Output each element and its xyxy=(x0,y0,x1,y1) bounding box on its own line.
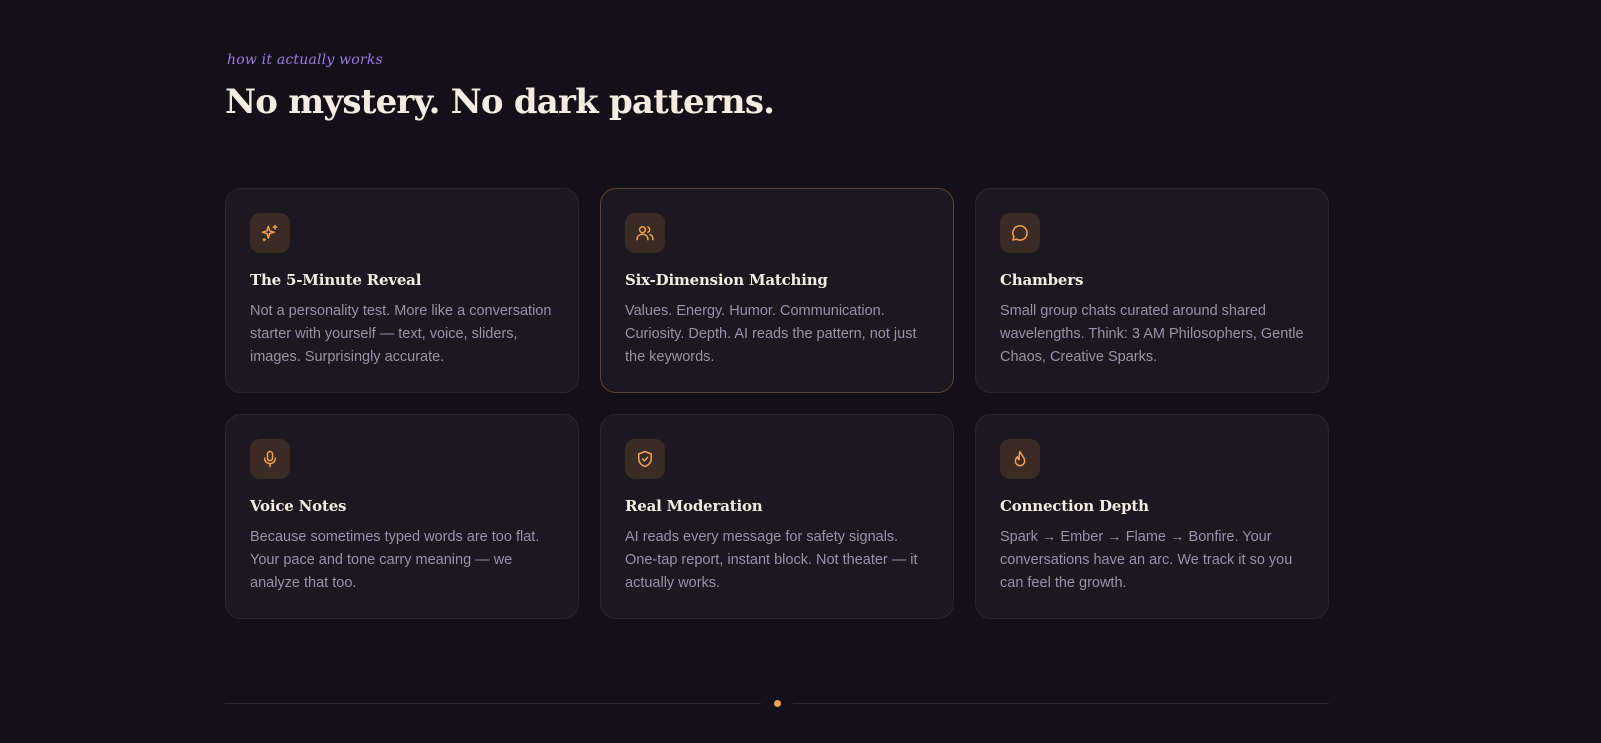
feature-card-description: Small group chats curated around shared … xyxy=(1000,303,1304,365)
shield-check-icon xyxy=(625,439,665,479)
feature-card-voice-notes: Voice Notes Because sometimes typed word… xyxy=(225,414,579,619)
divider-line xyxy=(225,703,761,704)
feature-card-title: Six-Dimension Matching xyxy=(625,271,828,289)
users-icon xyxy=(625,213,665,253)
feature-card-title: Connection Depth xyxy=(1000,497,1149,515)
feature-card-title: Voice Notes xyxy=(250,497,347,515)
sparkles-icon xyxy=(250,213,290,253)
chat-bubble-icon xyxy=(1000,213,1040,253)
section-title: No mystery. No dark patterns. xyxy=(225,82,775,122)
feature-grid: The 5-Minute Reveal Not a personality te… xyxy=(225,188,1329,619)
feature-card-5-minute-reveal: The 5-Minute Reveal Not a personality te… xyxy=(225,188,579,393)
feature-card-connection-depth: Connection Depth Spark → Ember → Flame →… xyxy=(975,414,1329,619)
feature-card-title: Chambers xyxy=(1000,271,1084,289)
flame-icon xyxy=(1000,439,1040,479)
feature-card-description: AI reads every message for safety signal… xyxy=(625,529,918,591)
divider-dot xyxy=(774,700,781,707)
feature-card-six-dimension-matching: Six-Dimension Matching Values. Energy. H… xyxy=(600,188,954,393)
feature-card-description: Because sometimes typed words are too fl… xyxy=(250,529,540,591)
feature-card-description: Values. Energy. Humor. Communication. Cu… xyxy=(625,303,917,365)
feature-card-real-moderation: Real Moderation AI reads every message f… xyxy=(600,414,954,619)
section-divider xyxy=(225,700,1329,707)
page: how it actually works No mystery. No dar… xyxy=(0,0,1601,743)
feature-card-title: Real Moderation xyxy=(625,497,763,515)
feature-card-title: The 5-Minute Reveal xyxy=(250,271,422,289)
divider-line xyxy=(793,703,1329,704)
microphone-icon xyxy=(250,439,290,479)
feature-card-description: Not a personality test. More like a conv… xyxy=(250,303,552,365)
feature-card-chambers: Chambers Small group chats curated aroun… xyxy=(975,188,1329,393)
feature-card-description: Spark → Ember → Flame → Bonfire. Your co… xyxy=(1000,529,1293,591)
section-eyebrow: how it actually works xyxy=(227,52,383,68)
